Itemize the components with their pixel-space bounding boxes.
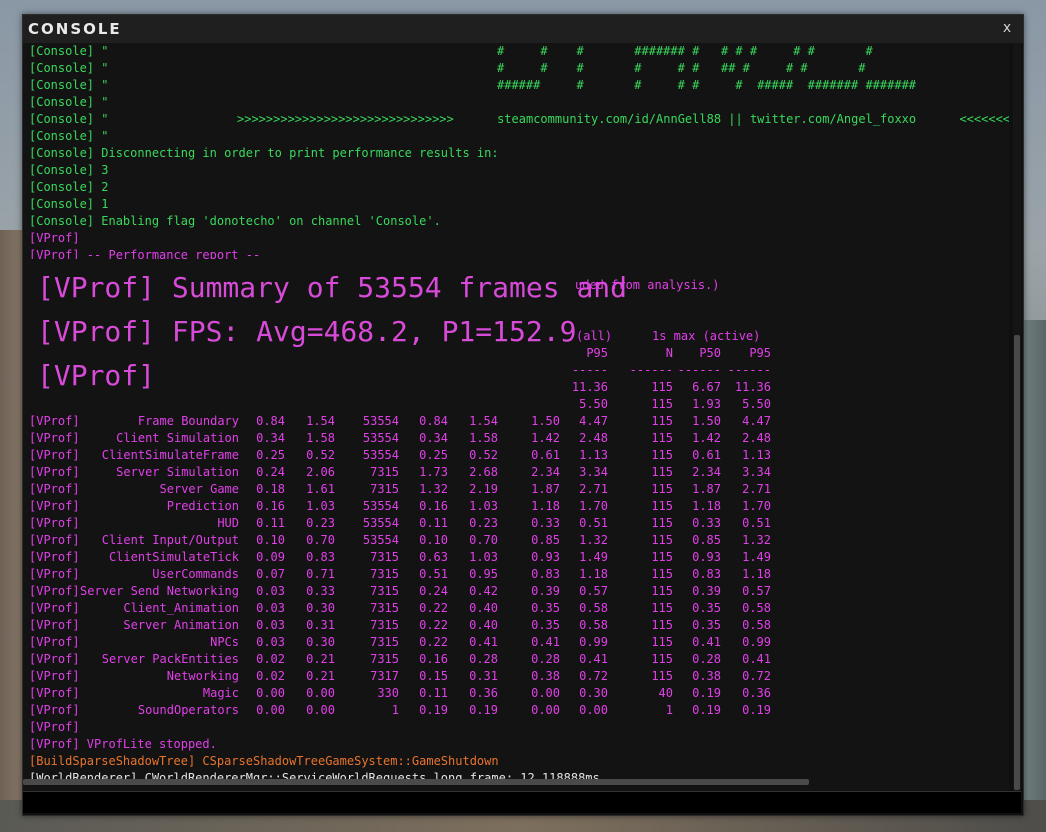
console-line: [Console] 3 [29,163,109,177]
console-line: [Console] " [29,129,109,143]
table-cell: 2.48 [742,431,771,445]
table-cell: 11.36 [734,380,771,394]
table-row: [VProf] Client_Animation 0.03 0.30 7315 0.22 0… [23,600,1009,617]
close-button[interactable]: x [999,19,1015,37]
console-output[interactable]: [Console] " # # # ####### # # # # # # # [C… [23,43,1009,791]
table-row: [VProf] Server Animation 0.03 0.31 7315 0.22 0… [23,617,1009,634]
table-row: [VProf] Server Send Networking 0.03 0.33 731… [23,583,1009,600]
table-cell: 0.51 [742,516,771,530]
console-line: [Console] " [29,95,109,109]
vprof-summary-line: [VProf] FPS: Avg=468.2, P1=152.9 [37,311,577,353]
table-divider: ------ [727,363,771,377]
table-row: [VProf] Magic 0.00 0.00 330 0.11 0.36 0.00 0.30 4… [23,685,1009,702]
table-cell: 0.41 [742,652,771,666]
table-row: [VProf] UserCommands 0.07 0.71 7315 0.51 0.95 0… [23,566,1009,583]
ascii-art-line: # # # ####### # # # # # # # [497,44,873,58]
table-cell: 3.34 [742,465,771,479]
table-header-max: 1s max (active) [652,329,761,343]
console-line: [VProf] [29,720,80,734]
command-input[interactable] [23,791,1021,813]
table-row: [VProf] ClientSimulateFrame 0.25 0.52 53554 0… [23,447,1009,464]
table-cell: 1.13 [742,448,771,462]
console-line: [Console] " # # # # # # ## # # # # [29,61,866,75]
horizontal-scroll-thumb[interactable] [23,779,809,785]
vprof-summary-line: [VProf] [37,355,156,397]
table-row: [VProf] ClientSimulateTick 0.09 0.83 7315 0.6… [23,549,1009,566]
console-title: CONSOLE [28,20,122,38]
table-cell: 4.47 [742,414,771,428]
table-cell: 0.58 [742,618,771,632]
table-cell: 0.99 [742,635,771,649]
table-row: [VProf] Prediction 0.16 1.03 53554 0.16 1.03 1.… [23,498,1009,515]
table-row: [VProf] Networking 0.02 0.21 7317 0.15 0.31 0.3… [23,668,1009,685]
console-line: [Console] " ###### # # # # # ##### ######… [29,78,917,92]
table-row: [VProf] Frame Boundary 0.84 1.54 53554 0.84 1.… [23,413,1009,430]
console-line: [Console] 1 [29,197,109,211]
vertical-scroll-thumb[interactable] [1014,335,1020,790]
table-cell: 0.57 [742,584,771,598]
table-row: [VProf] NPCs 0.03 0.30 7315 0.22 0.41 0.41 0.99 1… [23,634,1009,651]
table-row: [VProf] Server Simulation 0.24 2.06 7315 1.73… [23,464,1009,481]
table-cell: 0.72 [742,669,771,683]
table-cell: 0.58 [742,601,771,615]
ascii-art-line: # # # # # # ## # # # # [497,61,866,75]
console-line: [Console] Enabling flag 'donotecho' on c… [29,214,441,228]
table-cell: 1.70 [742,499,771,513]
table-cell: 0.19 [742,703,771,717]
ascii-art-line: ###### # # # # # ##### ####### ####### [497,78,917,92]
vprof-summary-line: [VProf] Summary of 53554 frames and [37,267,628,309]
console-line: [Console] 2 [29,180,109,194]
table-cell: 0.36 [742,686,771,700]
console-line: [VProf] VProfLite stopped. [29,737,217,751]
table-cell: 1.32 [742,533,771,547]
vprof-line: [VProf] [29,231,80,245]
console-line: [Console] Disconnecting in order to prin… [29,146,499,160]
ascii-art-line: >>>>>>>>>>>>>>>>>>>>>>>>>>>>>> steamcomm… [237,112,1009,126]
console-window: CONSOLE x [Console] " # # # ####### # # #… [22,14,1024,816]
table-header-all: (all) [576,329,613,343]
console-line: [BuildSparseShadowTree] CSparseShadowTre… [29,754,499,768]
table-row: [VProf] Client Input/Output 0.10 0.70 53554 0… [23,532,1009,549]
table-row: [VProf] Server PackEntities 0.02 0.21 7315 0.… [23,651,1009,668]
table-row: [VProf] HUD 0.11 0.23 53554 0.11 0.23 0.33 0.51 1… [23,515,1009,532]
table-cell: 2.71 [742,482,771,496]
console-line: [Console] " >>>>>>>>>>>>>>>>>>>>>>>>>>>>>… [29,111,1009,128]
table-cell: 1.49 [742,550,771,564]
title-bar[interactable]: CONSOLE x [23,15,1023,43]
console-line: [Console] " # # # ####### # # # # # # # [29,44,873,58]
table-column-header: P95 [749,346,771,360]
table-row: [VProf] SoundOperators 0.00 0.00 1 0.19 0.19 0.… [23,702,1009,719]
table-row: [VProf] Client Simulation 0.34 1.58 53554 0.3… [23,430,1009,447]
table-cell: 5.50 [742,397,771,411]
table-cell: 1.18 [742,567,771,581]
vprof-partial-text: uded from analysis.) [575,278,720,292]
table-row: [VProf] Server Game 0.18 1.61 7315 1.32 2.19 1.… [23,481,1009,498]
